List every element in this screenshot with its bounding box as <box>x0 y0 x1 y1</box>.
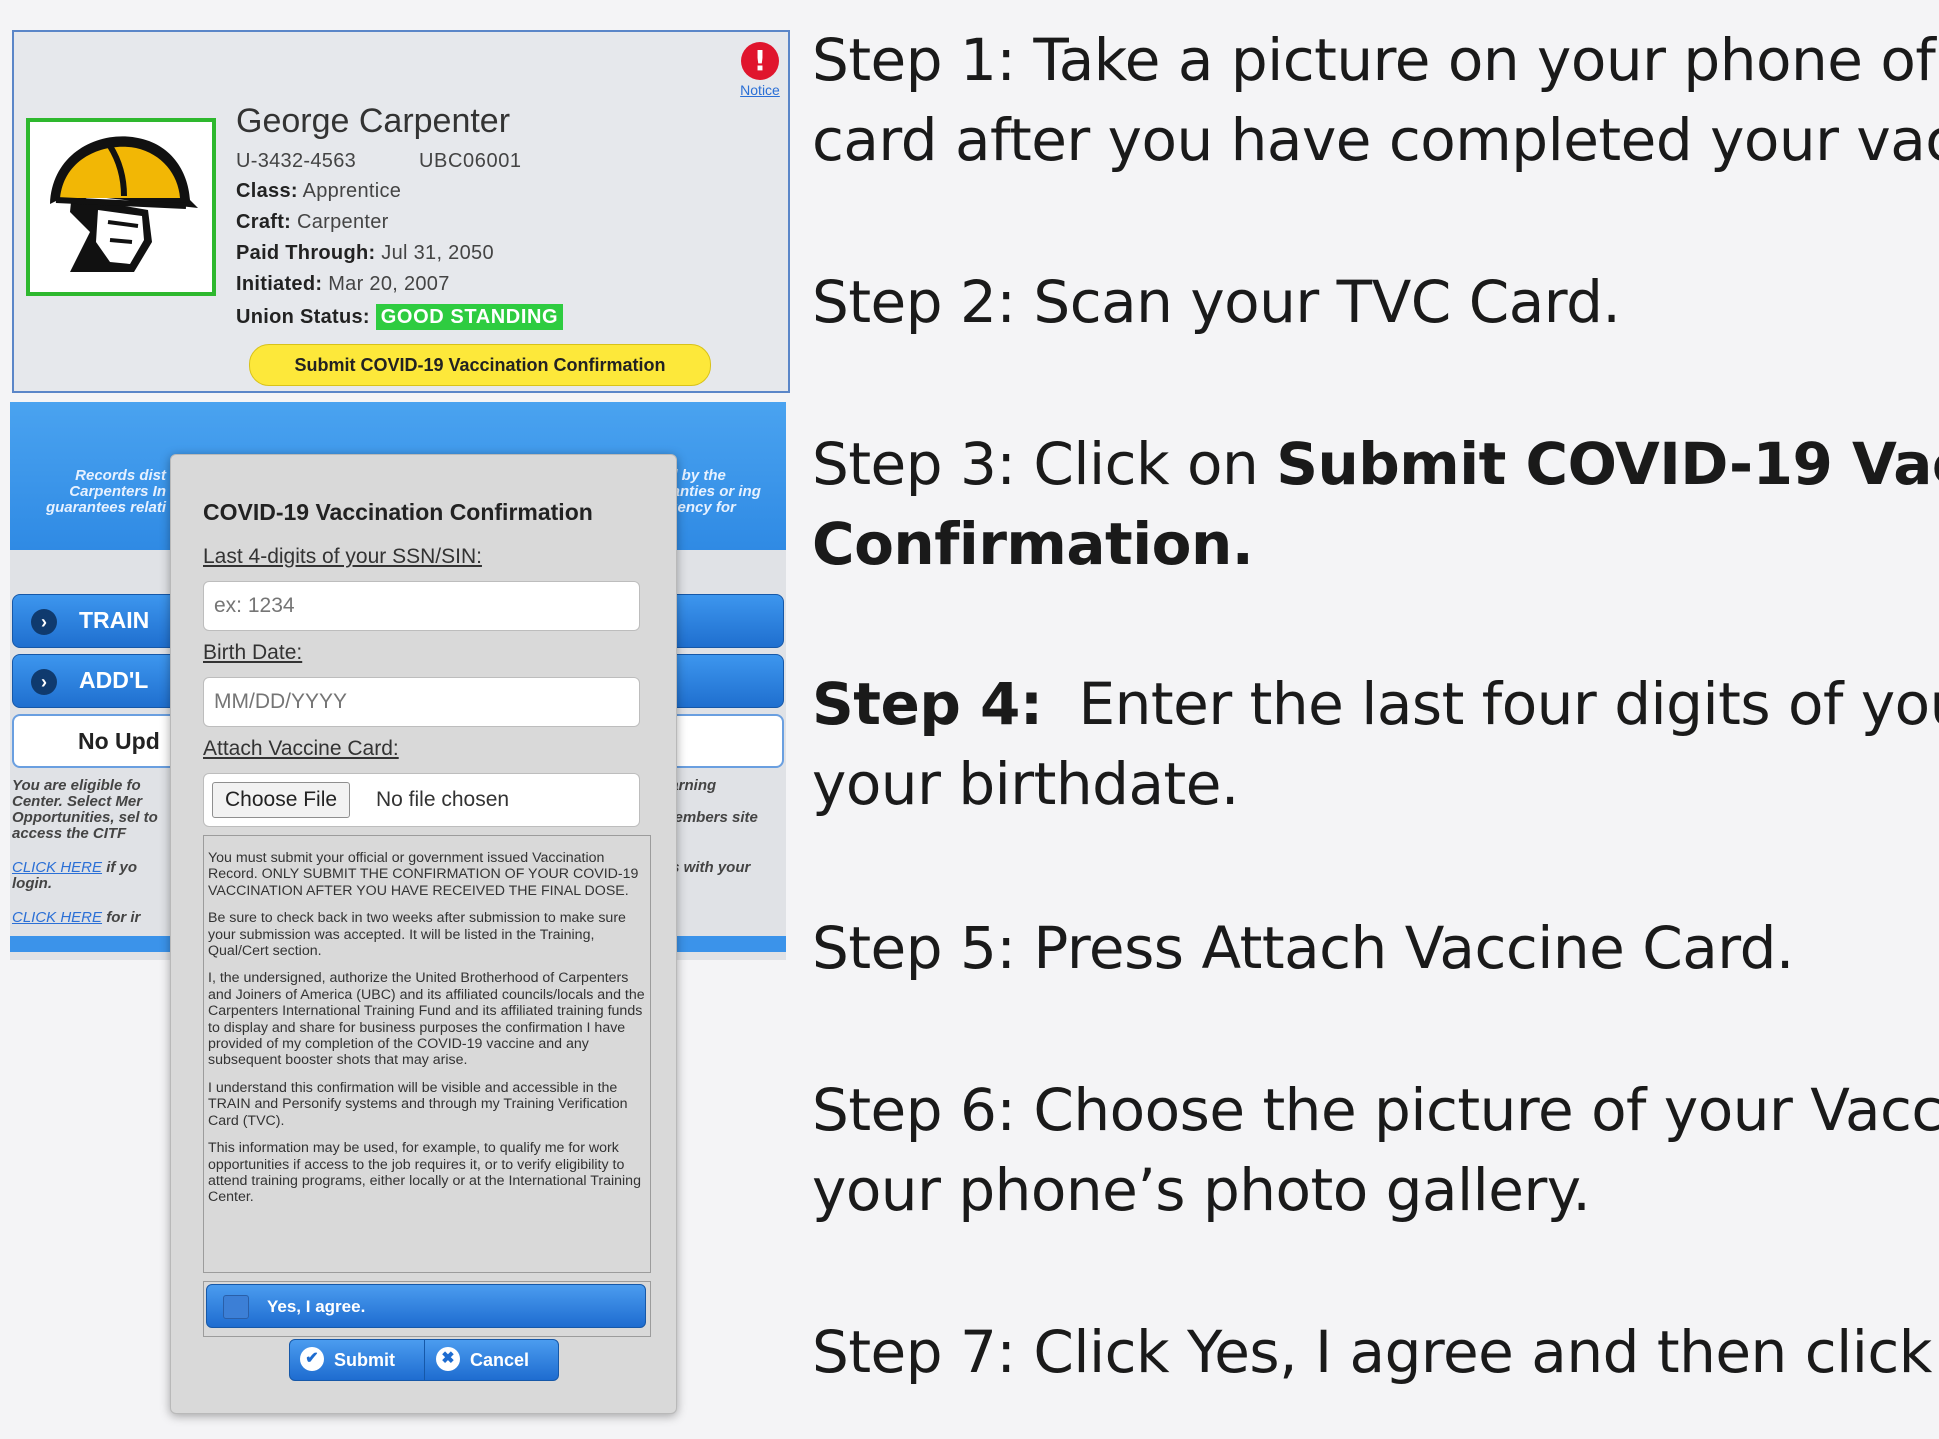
class-row: Class: Apprentice <box>236 180 401 203</box>
click-here-row-2: CLICK HERE for ir <box>12 910 162 926</box>
terms-paragraph: This information may be used, for exampl… <box>208 1140 641 1206</box>
check-icon: ✔ <box>300 1347 324 1372</box>
click-here-row-1: CLICK HERE if yo login. <box>12 860 162 892</box>
click-here-link-1[interactable]: CLICK HERE <box>12 859 102 876</box>
click-here-suffix-1: if yo <box>106 859 138 876</box>
paid-through-row: Paid Through: Jul 31, 2050 <box>236 242 494 265</box>
avatar <box>26 118 216 296</box>
submit-covid-button[interactable]: Submit COVID-19 Vaccination Confirmation <box>249 344 711 386</box>
step-2: Step 2: Scan your TVC Card. <box>812 268 1621 336</box>
step-3-bold-2: Confirmation. <box>812 510 1254 578</box>
paid-label: Paid Through: <box>236 242 376 264</box>
terms-paragraph: I, the undersigned, authorize the United… <box>208 970 645 1069</box>
initiated-label: Initiated: <box>236 273 323 295</box>
vaccination-modal: COVID-19 Vaccination Confirmation Last 4… <box>170 454 677 1414</box>
member-id: U-3432-4563 <box>236 150 357 172</box>
notice-button[interactable]: ! Notice <box>738 42 782 98</box>
union-status-row: Union Status: GOOD STANDING <box>236 304 564 330</box>
terms-paragraph: Be sure to check back in two weeks after… <box>208 910 626 960</box>
status-badge: GOOD STANDING <box>375 304 564 330</box>
agree-container: Yes, I agree. <box>203 1281 651 1337</box>
member-name: George Carpenter <box>236 102 511 140</box>
click-here-link-2[interactable]: CLICK HERE <box>12 909 102 926</box>
step-3-bold: Submit COVID-19 Vaccin <box>1276 430 1939 498</box>
chevron-right-icon: › <box>31 669 57 695</box>
agree-checkbox-button[interactable]: Yes, I agree. <box>206 1284 646 1328</box>
craft-label: Craft: <box>236 211 292 233</box>
member-card: ! Notice George Carpenter U-3432-4563 UB… <box>12 30 790 393</box>
agree-label: Yes, I agree. <box>267 1297 366 1316</box>
step-6-line-1: Step 6: Choose the picture of your Vacci… <box>812 1076 1939 1144</box>
cancel-label: Cancel <box>470 1350 530 1370</box>
step-4-line-1: Step 4: Enter the last four digits of yo… <box>812 664 1939 744</box>
instruction-steps: Step 1: Take a picture on your phone of … <box>812 0 1939 1439</box>
step-3-prefix: Step 3: Click on <box>812 430 1277 498</box>
submit-button[interactable]: ✔ Submit <box>300 1340 395 1380</box>
checkbox-icon <box>223 1295 249 1319</box>
click-here-suffix-2: for ir <box>106 909 141 926</box>
modal-button-group: ✔ Submit ✖ Cancel <box>289 1339 559 1381</box>
no-file-text: No file chosen <box>376 788 510 811</box>
step-6-line-2: your phone’s photo gallery. <box>812 1156 1591 1224</box>
step-3-line-2: Confirmation. <box>812 504 1254 584</box>
ssn-input[interactable] <box>203 581 640 631</box>
step-4-rest: Enter the last four digits of your S <box>1078 670 1939 738</box>
button-divider <box>424 1340 425 1380</box>
terms-paragraph: You must submit your official or governm… <box>208 850 639 899</box>
ssn-label: Last 4-digits of your SSN/SIN: <box>203 545 482 568</box>
initiated-value: Mar 20, 2007 <box>328 273 450 295</box>
status-label: Union Status: <box>236 306 370 328</box>
choose-file-button[interactable]: Choose File <box>212 782 351 818</box>
x-icon: ✖ <box>436 1347 460 1372</box>
step-1-line-2: card after you have completed your vacc <box>812 106 1939 174</box>
step-4-line-2: your birthdate. <box>812 750 1239 818</box>
terms-box[interactable]: You must submit your official or governm… <box>203 835 651 1273</box>
birth-date-label: Birth Date: <box>203 641 303 664</box>
step-4-bold: Step 4: <box>812 670 1043 738</box>
step-1-line-1: Step 1: Take a picture on your phone of … <box>812 26 1939 94</box>
attach-card-label: Attach Vaccine Card: <box>203 737 399 760</box>
banner-text-left: Records dist Carpenters In guarantees re… <box>45 467 166 516</box>
file-input: Choose File No file chosen <box>203 773 640 827</box>
nav-train-label: TRAIN <box>79 607 150 633</box>
initiated-row: Initiated: Mar 20, 2007 <box>236 273 450 296</box>
notice-label: Notice <box>740 82 780 98</box>
login-word: login. <box>12 875 52 892</box>
nav-addl-label: ADD'L <box>79 667 149 693</box>
step-7: Step 7: Click Yes, I agree and then clic… <box>812 1318 1939 1386</box>
craft-row: Craft: Carpenter <box>236 211 389 234</box>
no-updates-label: No Upd <box>78 728 160 754</box>
submit-label: Submit <box>334 1350 395 1370</box>
craft-value: Carpenter <box>297 211 389 233</box>
class-label: Class: <box>236 180 298 202</box>
banner-text-right: ed by the rranties or ing agency for <box>660 467 761 516</box>
step-3-line-1: Step 3: Click on Submit COVID-19 Vaccin <box>812 424 1939 504</box>
eligibility-text: You are eligible fo Center. Select Mer O… <box>12 777 158 842</box>
member-code: UBC06001 <box>419 150 522 172</box>
class-value: Apprentice <box>302 180 402 202</box>
modal-title: COVID-19 Vaccination Confirmation <box>203 499 593 525</box>
terms-paragraph: I understand this confirmation will be v… <box>208 1079 628 1129</box>
birth-date-input[interactable] <box>203 677 640 727</box>
step-5: Step 5: Press Attach Vaccine Card. <box>812 914 1794 982</box>
exclamation-icon: ! <box>741 42 779 80</box>
hardhat-worker-icon <box>50 136 198 272</box>
cancel-button[interactable]: ✖ Cancel <box>436 1340 529 1380</box>
chevron-right-icon: › <box>31 609 57 635</box>
paid-value: Jul 31, 2050 <box>381 242 494 264</box>
tvc-screenshot: ! Notice George Carpenter U-3432-4563 UB… <box>10 30 790 1414</box>
